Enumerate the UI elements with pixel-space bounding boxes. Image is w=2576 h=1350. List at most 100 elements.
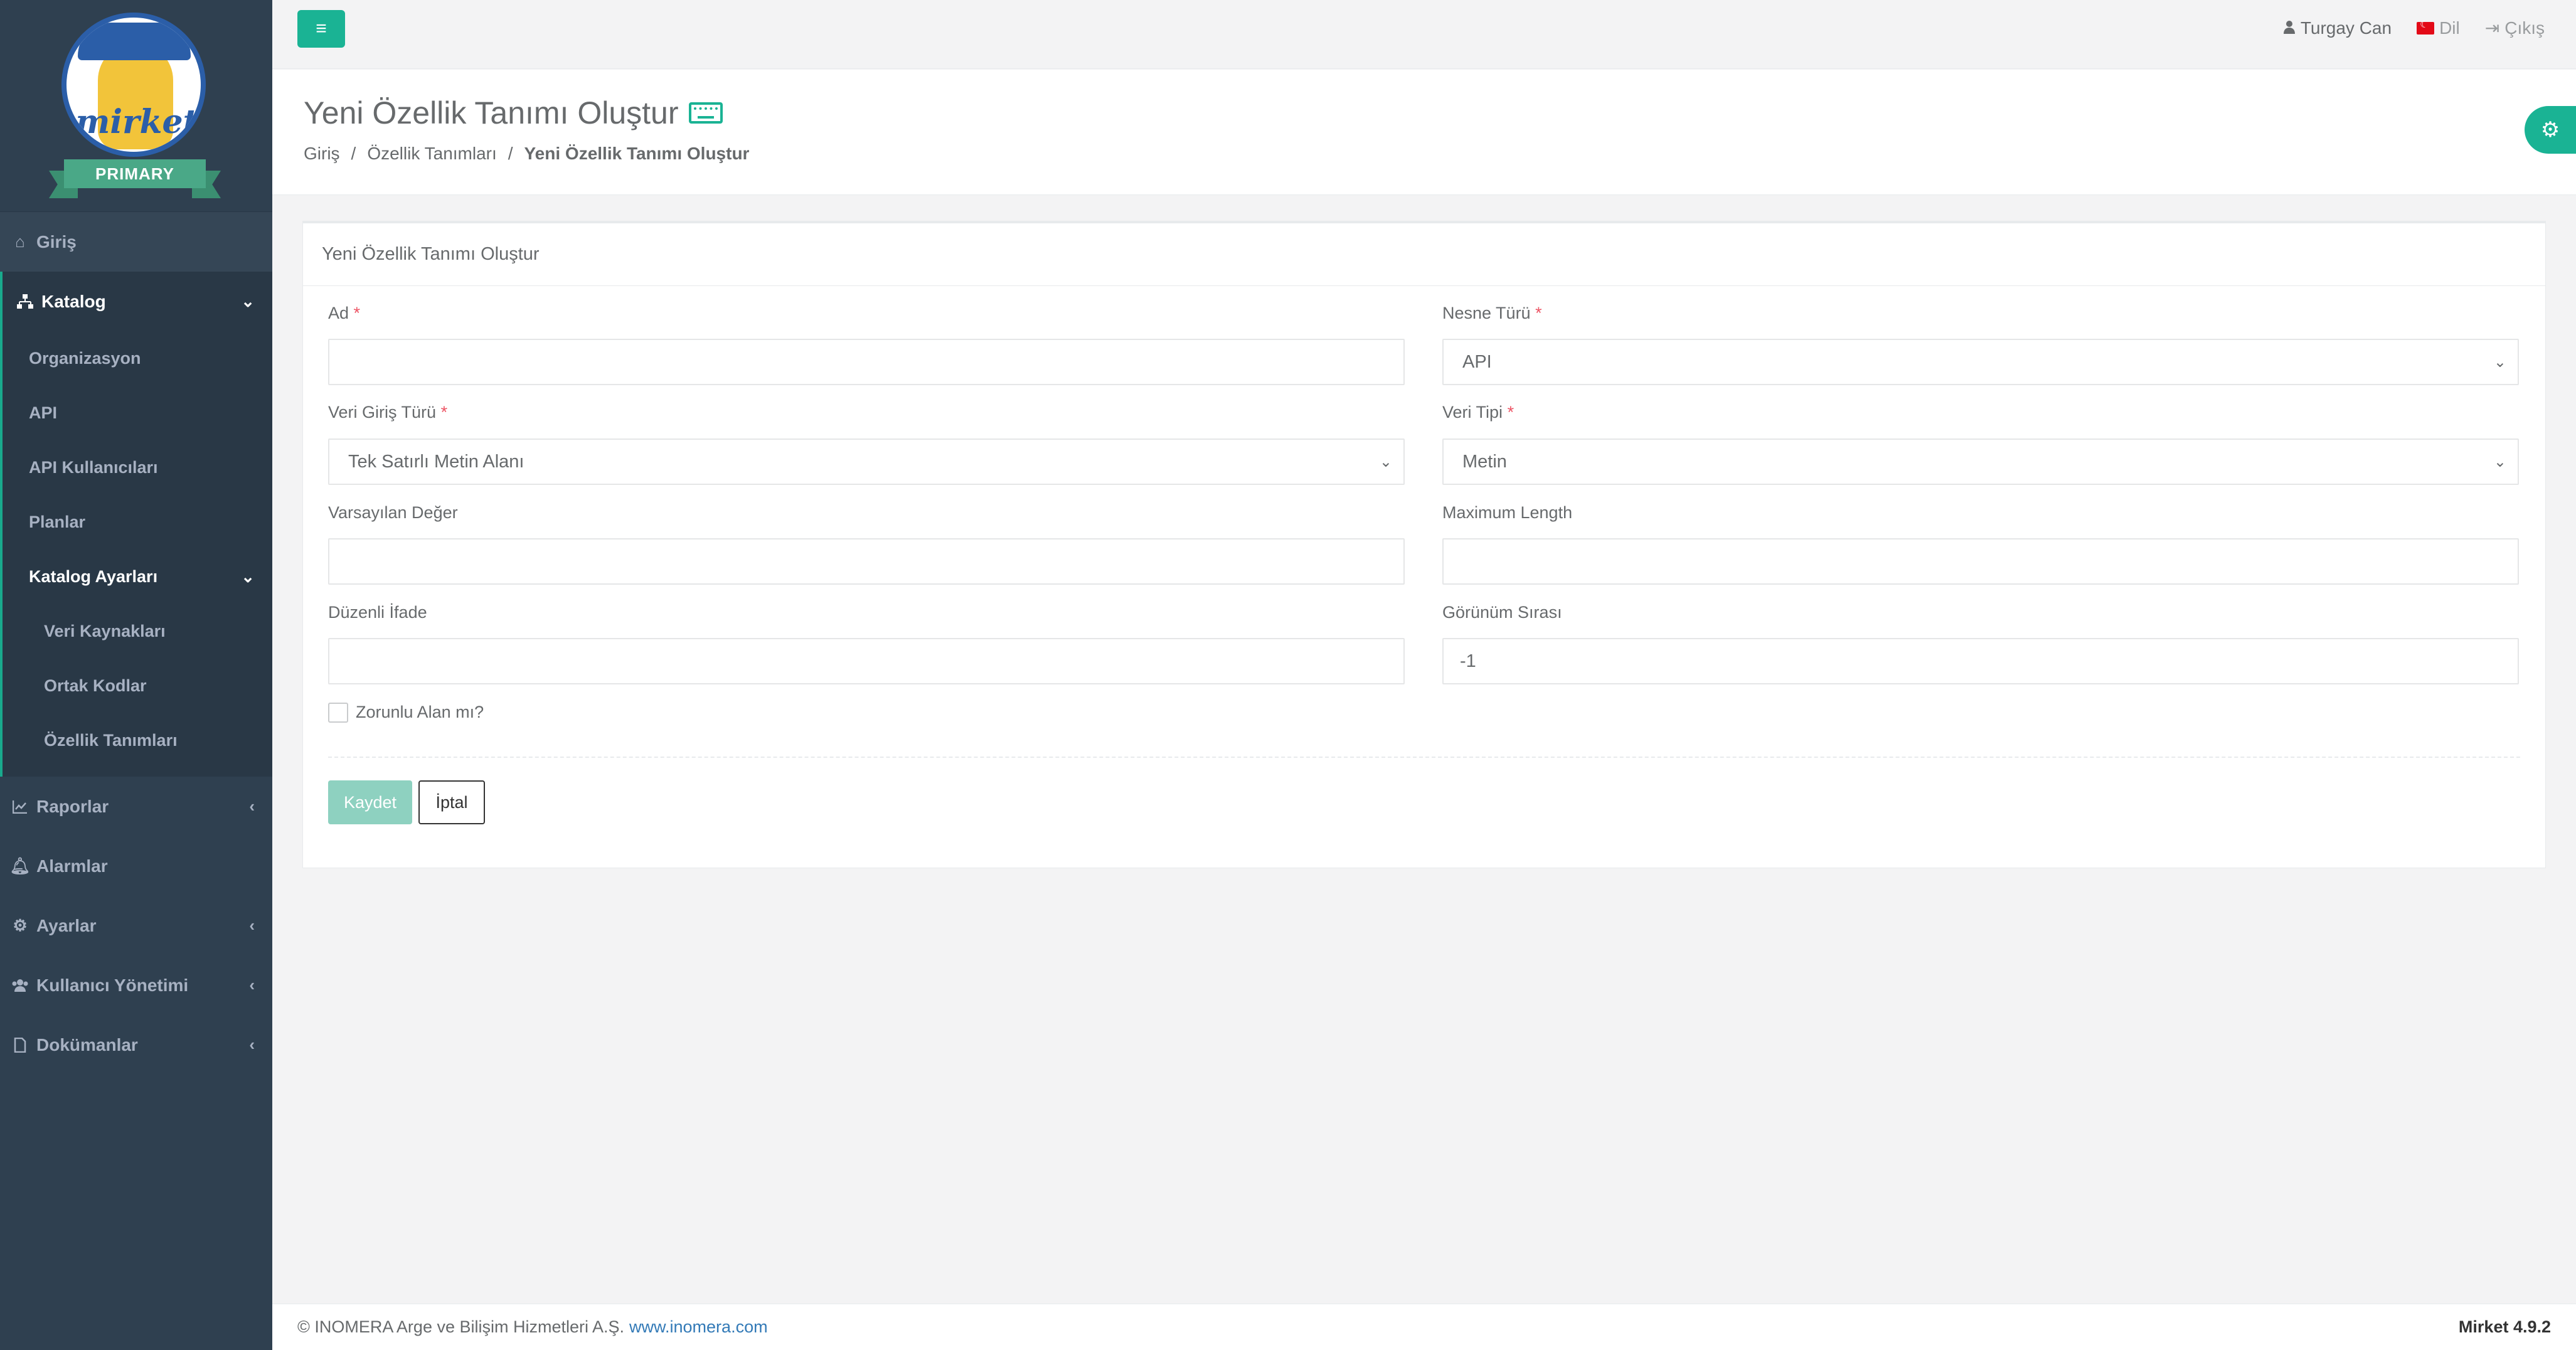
sidebar-item-catalog-settings[interactable]: Katalog Ayarları ⌄ (3, 550, 272, 604)
chevron-left-icon: ‹ (249, 797, 255, 816)
sidebar-item-attribute-definitions[interactable]: Özellik Tanımları (3, 713, 272, 768)
app-version: Mirket 4.9.2 (2458, 1317, 2551, 1336)
catalog-submenu: Organizasyon API API Kullanıcıları Planl… (0, 331, 272, 777)
sidebar-item-settings[interactable]: ⚙ Ayarlar ‹ (0, 896, 272, 955)
required-checkbox-label: Zorunlu Alan mı? (356, 703, 484, 721)
users-icon (10, 979, 30, 992)
save-button[interactable]: Kaydet (328, 780, 412, 824)
user-name: Turgay Can (2300, 18, 2392, 38)
sidebar-item-organization[interactable]: Organizasyon (3, 331, 272, 386)
footer: © INOMERA Arge ve Bilişim Hizmetleri A.Ş… (272, 1304, 2576, 1350)
input-type-label: Veri Giriş Türü * (328, 403, 448, 422)
sidebar-item-label: Raporlar (36, 796, 109, 816)
logo-area: mirket PRIMARY (0, 0, 272, 212)
environment-label: PRIMARY (64, 159, 206, 188)
max-length-input[interactable] (1442, 538, 2519, 585)
required-asterisk: * (1535, 304, 1542, 322)
chevron-left-icon: ‹ (249, 916, 255, 935)
sidebar-nav: ⌂ Giriş Katalog ⌄ Organizasyon API API K… (0, 212, 272, 1075)
sidebar-item-plans[interactable]: Planlar (3, 495, 272, 550)
sidebar-item-api-users[interactable]: API Kullanıcıları (3, 440, 272, 495)
chevron-left-icon: ‹ (249, 975, 255, 994)
data-type-select[interactable]: Metin ⌄ (1442, 438, 2519, 485)
sidebar-item-alarms[interactable]: 🔔︎ Alarmlar (0, 836, 272, 896)
user-icon (2283, 18, 2296, 38)
chart-icon (10, 800, 30, 814)
hamburger-icon: ≡ (316, 18, 327, 39)
required-asterisk: * (353, 304, 361, 322)
turkish-flag-icon (2417, 18, 2435, 35)
regex-label: Düzenli İfade (328, 603, 427, 622)
file-icon (10, 1037, 30, 1053)
chevron-down-icon: ⌄ (2493, 453, 2506, 470)
sidebar-item-label: Katalog (41, 291, 106, 311)
object-type-value: API (1462, 351, 1492, 372)
gears-icon: ⚙ (2540, 118, 2560, 142)
sidebar-item-label: Kullanıcı Yönetimi (36, 975, 189, 995)
regex-input[interactable] (328, 638, 1405, 684)
required-asterisk: * (1507, 403, 1514, 422)
page-title-row: Yeni Özellik Tanımı Oluştur (304, 95, 723, 131)
input-type-value: Tek Satırlı Metin Alanı (348, 451, 524, 472)
input-type-select[interactable]: Tek Satırlı Metin Alanı ⌄ (328, 438, 1405, 485)
mirket-logo: mirket (61, 13, 206, 157)
logout-label: Çıkış (2504, 18, 2545, 38)
form-divider (328, 757, 2520, 758)
required-checkbox[interactable] (328, 703, 348, 723)
required-asterisk: * (440, 403, 448, 422)
max-length-label: Maximum Length (1442, 503, 1573, 522)
name-input[interactable] (328, 339, 1405, 385)
chevron-left-icon: ‹ (249, 1035, 255, 1054)
sidebar-item-data-sources[interactable]: Veri Kaynakları (3, 604, 272, 659)
object-type-label: Nesne Türü * (1442, 304, 1542, 322)
language-menu[interactable]: Dil (2417, 18, 2460, 38)
chevron-down-icon: ⌄ (1379, 453, 1392, 470)
display-order-input[interactable]: -1 (1442, 638, 2519, 684)
breadcrumb: Giriş / Özellik Tanımları / Yeni Özellik… (304, 144, 750, 164)
bell-icon: 🔔︎ (9, 856, 31, 875)
settings-panel-toggle[interactable]: ⚙ (2525, 106, 2576, 154)
breadcrumb-current: Yeni Özellik Tanımı Oluştur (524, 144, 750, 163)
copyright-text: © INOMERA Arge ve Bilişim Hizmetleri A.Ş… (297, 1317, 625, 1336)
sidebar-item-label: Ayarlar (36, 915, 97, 935)
sidebar: mirket PRIMARY ⌂ Giriş Katalog ⌄ Organiz… (0, 0, 272, 1350)
sidebar-item-label: Giriş (36, 231, 77, 252)
top-navbar: ≡ Turgay Can Dil ⇥ Çıkış (272, 0, 2576, 69)
object-type-select[interactable]: API ⌄ (1442, 339, 2519, 385)
environment-ribbon: PRIMARY (49, 159, 221, 198)
company-link[interactable]: www.inomera.com (629, 1317, 768, 1337)
menu-toggle-button[interactable]: ≡ (297, 10, 345, 48)
home-icon: ⌂ (15, 232, 25, 251)
logout-link[interactable]: ⇥ Çıkış (2485, 18, 2545, 38)
top-links: Turgay Can Dil ⇥ Çıkış (2283, 18, 2545, 38)
page-heading: Yeni Özellik Tanımı Oluştur Giriş / Özel… (272, 70, 2576, 195)
keyboard-icon[interactable] (688, 102, 723, 124)
gears-icon: ⚙ (13, 916, 28, 935)
sidebar-item-documents[interactable]: Dokümanlar ‹ (0, 1015, 272, 1075)
sidebar-item-user-management[interactable]: Kullanıcı Yönetimi ‹ (0, 955, 272, 1015)
chevron-down-icon: ⌄ (241, 567, 255, 586)
language-label: Dil (2439, 18, 2460, 38)
sidebar-item-label: Alarmlar (36, 856, 108, 876)
cancel-button[interactable]: İptal (418, 780, 485, 824)
name-label: Ad * (328, 304, 361, 322)
sidebar-item-label: Dokümanlar (36, 1034, 138, 1055)
breadcrumb-home[interactable]: Giriş (304, 144, 340, 164)
sign-out-icon: ⇥ (2484, 18, 2500, 38)
sidebar-item-reports[interactable]: Raporlar ‹ (0, 777, 272, 836)
sidebar-item-catalog[interactable]: Katalog ⌄ (0, 272, 272, 331)
default-value-input[interactable] (328, 538, 1405, 585)
default-value-label: Varsayılan Değer (328, 503, 458, 522)
logo-hat (78, 23, 191, 60)
sidebar-item-common-codes[interactable]: Ortak Kodlar (3, 659, 272, 713)
sitemap-icon (15, 294, 35, 309)
user-menu[interactable]: Turgay Can (2283, 18, 2392, 38)
sidebar-item-home[interactable]: ⌂ Giriş (0, 212, 272, 272)
breadcrumb-attribute-definitions[interactable]: Özellik Tanımları (367, 144, 496, 164)
logo-word: mirket (75, 103, 198, 141)
chevron-down-icon: ⌄ (2493, 353, 2506, 371)
page-title: Yeni Özellik Tanımı Oluştur (304, 95, 679, 130)
sidebar-item-label: Katalog Ayarları (29, 567, 158, 586)
sidebar-item-api[interactable]: API (3, 386, 272, 440)
data-type-label: Veri Tipi * (1442, 403, 1514, 422)
